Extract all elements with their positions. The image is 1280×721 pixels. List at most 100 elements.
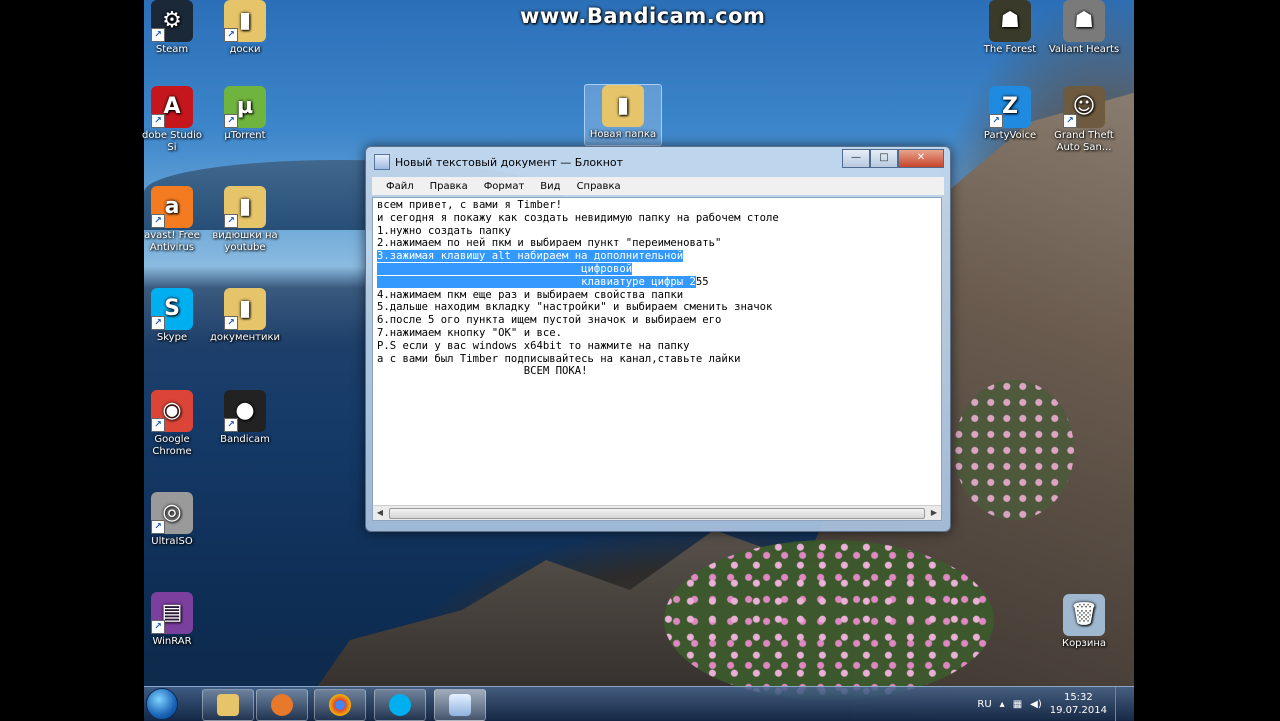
taskbar-explorer[interactable]: [202, 689, 254, 721]
ultraiso-icon: ◎ ↗: [151, 492, 193, 534]
text-line: 2.нажимаем по ней пкм и выбираем пункт "…: [377, 237, 722, 250]
desktop-icon-label: доски: [229, 44, 261, 55]
desktop-icon-chrome[interactable]: ◉ ↗ Google Chrome: [134, 390, 210, 458]
selected-text: клавиатуре цифры 2: [377, 275, 696, 288]
taskbar-chrome[interactable]: [314, 689, 366, 721]
shortcut-arrow-icon: ↗: [1063, 114, 1077, 128]
menu-format[interactable]: Формат: [476, 181, 533, 192]
desktop-icon-label: Корзина: [1061, 638, 1107, 649]
menu-help[interactable]: Справка: [569, 181, 629, 192]
desktop-icon-steam[interactable]: ⚙ ↗ Steam: [134, 0, 210, 56]
winrar-icon: ▤ ↗: [151, 592, 193, 634]
show-desktop-button[interactable]: [1115, 687, 1126, 721]
selected-text: 3.зажимая клавишу alt набираем на дополн…: [377, 250, 684, 263]
folder-icon: [217, 694, 239, 716]
language-indicator[interactable]: RU: [977, 699, 991, 710]
notepad-titlebar[interactable]: Новый текстовый документ — Блокнот: [374, 152, 834, 172]
menu-edit[interactable]: Правка: [422, 181, 476, 192]
window-controls: — □ ✕: [842, 149, 944, 168]
desktop-icon-gta[interactable]: ☺ ↗ Grand Theft Auto San...: [1046, 86, 1122, 154]
taskbar-notepad[interactable]: [434, 689, 486, 721]
utorrent-icon: µ ↗: [224, 86, 266, 128]
new-folder-icon: ▮: [602, 85, 644, 127]
doski-icon: ▮ ↗: [224, 0, 266, 42]
desktop-icon-label: WinRAR: [152, 636, 192, 647]
text-line: всем привет, с вами я Timber!: [377, 199, 562, 211]
scroll-thumb[interactable]: [389, 508, 925, 519]
gta-icon: ☺ ↗: [1063, 86, 1105, 128]
desktop-icon-ultraiso[interactable]: ◎ ↗ UltraISO: [134, 492, 210, 548]
notepad-icon: [374, 154, 390, 170]
desktop-icon-videos[interactable]: ▮ ↗ видюшки на youtube: [207, 186, 283, 254]
volume-icon[interactable]: ◀): [1030, 699, 1042, 710]
partyvoice-icon: Z ↗: [989, 86, 1031, 128]
text-editor[interactable]: всем привет, с вами я Timber! и сегодня …: [372, 197, 942, 521]
desktop-icon-skype[interactable]: S ↗ Skype: [134, 288, 210, 344]
shortcut-arrow-icon: ↗: [151, 520, 165, 534]
desktop-icon-label: Skype: [156, 332, 188, 343]
horizontal-scrollbar[interactable]: ◀ ▶: [373, 505, 941, 520]
skype-icon: [389, 694, 411, 716]
clock[interactable]: 15:32 19.07.2014: [1050, 691, 1107, 717]
menu-view[interactable]: Вид: [532, 181, 568, 192]
avast-icon: a ↗: [151, 186, 193, 228]
skype-icon: S ↗: [151, 288, 193, 330]
desktop-icon-valiant-hearts[interactable]: ☗ Valiant Hearts: [1046, 0, 1122, 56]
text-line: 6.после 5 ого пункта ищем пустой значок …: [377, 314, 722, 327]
desktop-icon-new-folder[interactable]: ▮ Новая папка: [584, 84, 662, 146]
network-icon[interactable]: ▦: [1013, 699, 1022, 710]
desktop-icon-label: µTorrent: [224, 130, 266, 141]
scroll-left-icon[interactable]: ◀: [373, 506, 387, 520]
valiant-hearts-icon: ☗: [1063, 0, 1105, 42]
shortcut-arrow-icon: ↗: [224, 28, 238, 42]
scroll-right-icon[interactable]: ▶: [927, 506, 941, 520]
shortcut-arrow-icon: ↗: [151, 28, 165, 42]
tray-arrow-icon[interactable]: ▴: [1000, 699, 1005, 710]
desktop-icon-bandicam[interactable]: ● ↗ Bandicam: [207, 390, 283, 446]
shortcut-arrow-icon: ↗: [151, 620, 165, 634]
desktop-icon-utorrent[interactable]: µ ↗ µTorrent: [207, 86, 283, 142]
desktop-icon-label: Google Chrome: [152, 434, 192, 457]
the-forest-icon: ☗: [989, 0, 1031, 42]
taskbar-skype[interactable]: [374, 689, 426, 721]
notepad-window[interactable]: Новый текстовый документ — Блокнот — □ ✕…: [365, 146, 951, 532]
wallpaper-flowers-right: [954, 380, 1074, 520]
desktop-icon-recycle-bin[interactable]: 🗑 Корзина: [1046, 594, 1122, 650]
menu-bar: Файл Правка Формат Вид Справка: [372, 177, 944, 195]
desktop-icon-label: avast! Free Antivirus: [144, 230, 200, 253]
videos-icon: ▮ ↗: [224, 186, 266, 228]
desktop-icon-label: Steam: [155, 44, 189, 55]
shortcut-arrow-icon: ↗: [989, 114, 1003, 128]
text-line: P.S если у вас windows x64bit то нажмите…: [377, 339, 690, 352]
desktop-icon-partyvoice[interactable]: Z ↗ PartyVoice: [972, 86, 1048, 142]
desktop-icon-documents[interactable]: ▮ ↗ документики: [207, 288, 283, 344]
shortcut-arrow-icon: ↗: [151, 418, 165, 432]
taskbar-media-player[interactable]: [256, 689, 308, 721]
adobe-icon: A ↗: [151, 86, 193, 128]
maximize-button[interactable]: □: [870, 149, 898, 168]
text-line: 1.нужно создать папку: [377, 224, 511, 237]
desktop-icon-the-forest[interactable]: ☗ The Forest: [972, 0, 1048, 56]
chrome-icon: [329, 694, 351, 716]
text-line: и сегодня я покажу как создать невидимую…: [377, 211, 779, 224]
shortcut-arrow-icon: ↗: [224, 214, 238, 228]
desktop-icon-doski[interactable]: ▮ ↗ доски: [207, 0, 283, 56]
shortcut-arrow-icon: ↗: [224, 418, 238, 432]
close-button[interactable]: ✕: [898, 149, 944, 168]
clock-date: 19.07.2014: [1049, 705, 1107, 716]
bandicam-icon: ● ↗: [224, 390, 266, 432]
desktop-icon-adobe[interactable]: A ↗ dobe Studio Si: [134, 86, 210, 154]
text-line: ВСЕМ ПОКА!: [377, 365, 588, 378]
documents-icon: ▮ ↗: [224, 288, 266, 330]
start-button[interactable]: [146, 688, 178, 720]
desktop-icon-label: PartyVoice: [983, 130, 1037, 141]
desktop-icon-winrar[interactable]: ▤ ↗ WinRAR: [134, 592, 210, 648]
menu-file[interactable]: Файл: [378, 181, 422, 192]
unselected-text: 55: [695, 275, 709, 288]
minimize-button[interactable]: —: [842, 149, 870, 168]
editor-text: всем привет, с вами я Timber! и сегодня …: [373, 198, 941, 379]
recording-watermark: www.Bandicam.com: [520, 4, 766, 28]
desktop-icon-avast[interactable]: a ↗ avast! Free Antivirus: [134, 186, 210, 254]
text-line: 7.нажимаем кнопку "ОК" и все.: [377, 326, 562, 339]
shortcut-arrow-icon: ↗: [151, 316, 165, 330]
